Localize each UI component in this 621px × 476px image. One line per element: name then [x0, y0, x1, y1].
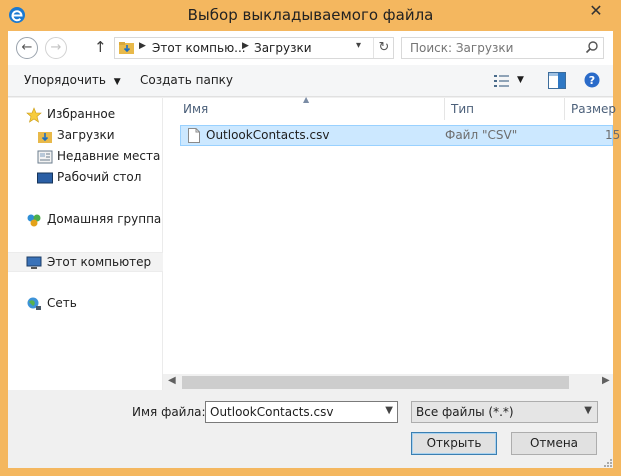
column-header-size[interactable]: Размер: [565, 98, 621, 120]
new-folder-button[interactable]: Создать папку: [140, 73, 233, 87]
back-button[interactable]: ←: [16, 37, 38, 59]
nav-desktop[interactable]: Рабочий стол: [8, 168, 163, 188]
nav-downloads[interactable]: Загрузки: [8, 126, 163, 146]
nav-recent-places[interactable]: Недавние места: [8, 147, 163, 167]
window-title: Выбор выкладываемого файла: [187, 6, 434, 24]
document-icon: [188, 128, 200, 143]
chevron-down-icon[interactable]: ▼: [385, 405, 393, 416]
nav-this-pc-label: Этот компьютер: [47, 255, 152, 269]
forward-button[interactable]: →: [45, 37, 67, 59]
breadcrumb-downloads[interactable]: Загрузки: [254, 41, 312, 55]
up-button[interactable]: ↑: [94, 38, 107, 56]
nav-homegroup[interactable]: Домашняя группа: [8, 210, 163, 230]
column-header-name-label: Имя: [183, 102, 209, 116]
filename-combobox[interactable]: ▼: [205, 401, 398, 423]
address-row: ← → ↑ ▶ Этот компью... ▶ Загрузки ▾ ↻: [8, 31, 613, 65]
organize-menu[interactable]: Упорядочить ▼: [24, 73, 121, 87]
scroll-left-icon[interactable]: ◀: [168, 375, 176, 386]
nav-network[interactable]: Сеть: [8, 294, 163, 314]
downloads-folder-icon: [119, 42, 134, 54]
file-type-filter[interactable]: Все файлы (*.*) ▼: [411, 401, 598, 423]
file-name: OutlookContacts.csv: [206, 128, 330, 142]
chevron-down-icon[interactable]: ▾: [356, 40, 361, 51]
network-icon: [27, 297, 41, 310]
refresh-button[interactable]: ↻: [373, 38, 394, 58]
search-box[interactable]: [401, 37, 604, 59]
file-size: 15: [605, 128, 621, 142]
breadcrumb-computer[interactable]: Этот компью...: [152, 41, 246, 55]
downloads-folder-icon: [38, 132, 52, 143]
column-header-size-label: Размер: [571, 102, 617, 116]
command-toolbar: Упорядочить ▼ Создать папку ▼ ?: [8, 65, 613, 97]
navigation-pane: Избранное Загрузки Недавние места Рабочи…: [8, 98, 163, 390]
file-list-pane: ▲ Имя Тип Размер OutlookContacts.csv Фай…: [163, 95, 620, 390]
star-icon: [26, 107, 42, 123]
homegroup-icon: [27, 214, 41, 227]
desktop-icon: [37, 172, 53, 184]
file-type: Файл "CSV": [445, 128, 518, 142]
filename-label: Имя файла:: [132, 405, 206, 419]
bottom-panel: Имя файла: ▼ Все файлы (*.*) ▼ Открыть О…: [8, 391, 613, 468]
view-options-icon[interactable]: [494, 74, 510, 88]
nav-homegroup-label: Домашняя группа: [47, 212, 162, 226]
dialog-window: Выбор выкладываемого файла ✕ ← → ↑ ▶ Это…: [0, 0, 621, 476]
organize-label: Упорядочить: [24, 73, 106, 87]
svg-text:?: ?: [589, 74, 595, 87]
chevron-down-icon: ▼: [113, 77, 121, 87]
dialog-client: ← → ↑ ▶ Этот компью... ▶ Загрузки ▾ ↻ По…: [8, 31, 620, 468]
open-button[interactable]: Открыть: [411, 432, 497, 455]
search-input[interactable]: [402, 38, 582, 58]
cancel-button[interactable]: Отмена: [511, 432, 597, 455]
chevron-down-icon: ▼: [584, 405, 592, 416]
search-icon[interactable]: [585, 40, 599, 54]
column-header-type[interactable]: Тип: [445, 98, 565, 120]
filename-input[interactable]: [206, 402, 376, 422]
address-bar[interactable]: ▶ Этот компью... ▶ Загрузки ▾ ↻: [114, 37, 394, 59]
nav-downloads-label: Загрузки: [57, 128, 115, 142]
nav-recent-places-label: Недавние места: [57, 149, 161, 163]
nav-favorites-label: Избранное: [47, 107, 116, 121]
chevron-down-icon[interactable]: ▼: [517, 75, 524, 85]
nav-this-pc[interactable]: Этот компьютер: [8, 252, 163, 272]
help-icon[interactable]: ?: [584, 72, 600, 88]
nav-network-label: Сеть: [47, 296, 77, 310]
file-type-filter-value: Все файлы (*.*): [416, 405, 514, 419]
computer-icon: [26, 256, 42, 269]
horizontal-scrollbar[interactable]: ◀ ▶: [163, 374, 613, 391]
close-button[interactable]: ✕: [578, 0, 614, 22]
file-row[interactable]: OutlookContacts.csv Файл "CSV" 15: [180, 125, 620, 146]
scroll-right-icon[interactable]: ▶: [602, 375, 610, 386]
preview-pane-icon[interactable]: [548, 72, 566, 89]
breadcrumb-separator-icon: ▶: [242, 41, 249, 51]
nav-desktop-label: Рабочий стол: [57, 170, 142, 184]
breadcrumb-separator-icon: ▶: [139, 41, 146, 51]
resize-grip-icon[interactable]: [604, 459, 612, 467]
scrollbar-thumb[interactable]: [182, 376, 569, 389]
sort-ascending-icon: ▲: [303, 95, 310, 104]
column-header-name[interactable]: ▲ Имя: [163, 95, 445, 120]
title-bar[interactable]: Выбор выкладываемого файла ✕: [0, 0, 621, 31]
column-header-type-label: Тип: [451, 102, 474, 116]
nav-favorites[interactable]: Избранное: [8, 105, 163, 125]
recent-places-icon: [37, 150, 53, 164]
